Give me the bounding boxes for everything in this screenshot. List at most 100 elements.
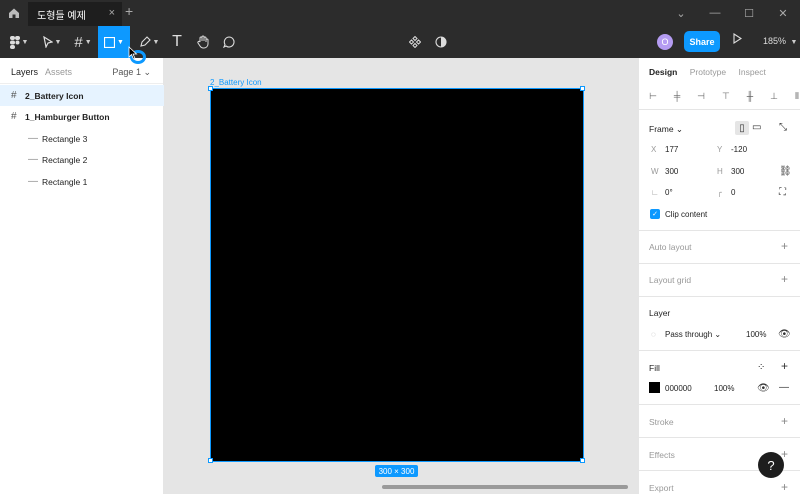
fill-hex-input[interactable]: 000000 [665, 384, 692, 393]
main-menu-button[interactable]: ▼ [2, 26, 36, 58]
move-tool[interactable]: ▼ [36, 26, 68, 58]
text-tool[interactable]: T [166, 26, 188, 58]
visibility-eye-icon[interactable]: 👁 [778, 329, 791, 340]
size-badge: 300 × 300 [375, 465, 418, 477]
close-window-button[interactable]: ✕ [766, 0, 800, 26]
fill-opacity-input[interactable]: 100% [714, 384, 734, 393]
layer-item[interactable]: # 1_Hamburger Button [0, 106, 164, 127]
w-input[interactable]: 300 [665, 167, 678, 176]
auto-layout-title: Auto layout [649, 242, 692, 252]
layer-name: Rectangle 3 [42, 133, 88, 144]
comment-icon [223, 36, 235, 48]
hand-tool[interactable] [192, 26, 214, 58]
design-panel: Design Prototype Inspect ⊢ ╪ ⊣ ⊤ ╫ ⊥ ⦀ F… [638, 58, 800, 494]
resize-handle[interactable] [208, 86, 213, 91]
divider [639, 109, 800, 110]
resize-handle[interactable] [580, 458, 585, 463]
component-tool[interactable] [405, 26, 425, 58]
frame-tool[interactable]: # ▼ [68, 26, 98, 58]
fill-color-swatch[interactable] [649, 382, 660, 393]
resize-to-fit-icon[interactable]: ⤡ [779, 122, 787, 133]
align-top-icon[interactable]: ⊤ [722, 91, 730, 102]
add-auto-layout-icon[interactable]: + [781, 239, 788, 253]
fill-visibility-eye-icon[interactable]: 👁 [757, 383, 770, 394]
selected-frame[interactable] [210, 88, 584, 462]
page-selector[interactable]: Page 1 ⌄ [112, 67, 151, 78]
document-tab[interactable]: 도형들 예제 × [28, 2, 122, 26]
landscape-icon[interactable]: ▭ [752, 122, 761, 133]
minimize-button[interactable]: — [698, 0, 732, 26]
divider [639, 437, 800, 438]
move-cursor-icon [42, 36, 53, 48]
share-button[interactable]: Share [684, 31, 720, 52]
add-fill-icon[interactable]: + [781, 359, 788, 373]
blend-mode-select[interactable]: Pass through ⌄ [665, 330, 721, 339]
alignment-toolbar: ⊢ ╪ ⊣ ⊤ ╫ ⊥ ⦀ [649, 91, 799, 102]
frame-icon: # [11, 90, 17, 101]
layer-item[interactable]: — Rectangle 1 [0, 171, 164, 192]
text-icon: T [172, 33, 182, 50]
pen-icon [139, 36, 151, 47]
align-right-icon[interactable]: ⊣ [697, 91, 705, 102]
document-title: 도형들 예제 [37, 10, 86, 22]
layer-item[interactable]: — Rectangle 3 [0, 128, 164, 149]
align-bottom-icon[interactable]: ⊥ [770, 91, 778, 102]
tab-prototype[interactable]: Prototype [690, 67, 726, 77]
clip-content-checkbox[interactable]: ✓ [650, 209, 660, 219]
help-button[interactable]: ? [758, 452, 784, 478]
zoom-level[interactable]: 185% ▼ [763, 36, 797, 46]
distribute-icon[interactable]: ⦀ [795, 91, 799, 102]
resize-handle[interactable] [208, 458, 213, 463]
tab-layers[interactable]: Layers [11, 67, 38, 77]
independent-corners-icon[interactable]: ⛶ [779, 187, 786, 198]
h-input[interactable]: 300 [731, 167, 744, 176]
horizontal-scrollbar[interactable] [382, 485, 628, 489]
divider [639, 404, 800, 405]
tab-assets[interactable]: Assets [45, 67, 72, 77]
chevron-down-icon[interactable]: ⌄ [664, 0, 698, 26]
frame-section-title[interactable]: Frame ⌄ [649, 124, 683, 135]
design-tabs: Design Prototype Inspect [649, 67, 776, 77]
mouse-pointer-icon [128, 46, 138, 63]
portrait-icon[interactable]: ▯ [735, 121, 749, 135]
maximize-button[interactable]: ☐ [732, 0, 766, 26]
tab-inspect[interactable]: Inspect [738, 67, 765, 77]
add-export-icon[interactable]: + [781, 480, 788, 494]
user-avatar[interactable]: O [657, 34, 673, 50]
radius-input[interactable]: 0 [731, 188, 735, 197]
add-layout-grid-icon[interactable]: + [781, 272, 788, 286]
layer-item[interactable]: — Rectangle 2 [0, 149, 164, 170]
x-input[interactable]: 177 [665, 145, 678, 154]
layer-title: Layer [649, 308, 671, 318]
present-play-icon[interactable] [733, 32, 743, 47]
rotation-input[interactable]: 0° [665, 188, 673, 197]
layer-item[interactable]: # 2_Battery Icon [0, 85, 164, 106]
layer-opacity-input[interactable]: 100% [746, 330, 766, 339]
home-icon[interactable] [0, 0, 28, 26]
hand-icon [196, 35, 208, 49]
align-left-icon[interactable]: ⊢ [649, 91, 657, 102]
rectangle-line-icon: — [28, 133, 38, 144]
remove-fill-icon[interactable]: — [779, 382, 789, 393]
new-tab-button[interactable]: + [125, 3, 133, 19]
contrast-tool[interactable] [431, 26, 451, 58]
frame-label[interactable]: 2_Battery Icon [210, 78, 262, 87]
y-label: Y [717, 145, 723, 154]
rectangle-line-icon: — [28, 176, 38, 187]
close-tab-icon[interactable]: × [109, 7, 115, 19]
divider [639, 296, 800, 297]
comment-tool[interactable] [218, 26, 240, 58]
align-center-h-icon[interactable]: ╪ [674, 91, 680, 102]
divider [639, 263, 800, 264]
constrain-proportions-icon[interactable]: ⛓ [779, 166, 792, 177]
stroke-title: Stroke [649, 417, 674, 427]
tab-design[interactable]: Design [649, 67, 677, 77]
resize-handle[interactable] [580, 86, 585, 91]
divider [639, 230, 800, 231]
align-middle-v-icon[interactable]: ╫ [747, 91, 753, 102]
rectangle-tool[interactable]: ▼ [98, 26, 130, 58]
y-input[interactable]: -120 [731, 145, 747, 154]
effects-title: Effects [649, 450, 675, 460]
add-stroke-icon[interactable]: + [781, 414, 788, 428]
style-grid-icon[interactable]: ⁘ [757, 362, 765, 373]
